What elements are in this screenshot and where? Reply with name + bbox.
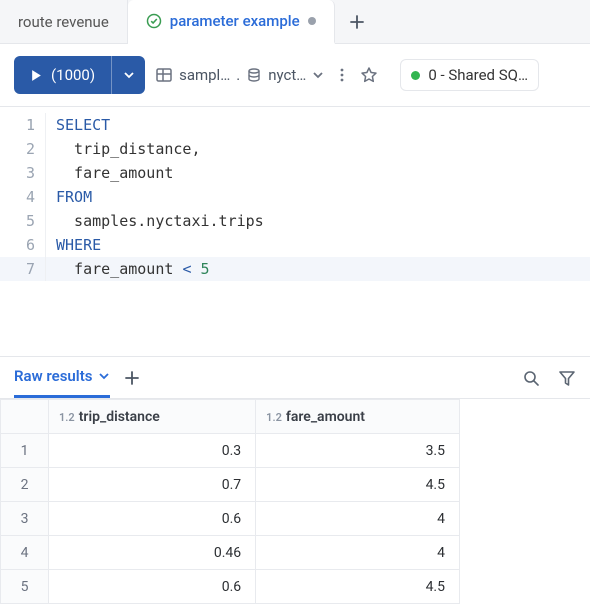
dirty-indicator-icon (308, 17, 316, 25)
cell[interactable]: 0.7 (49, 468, 256, 502)
editor-line[interactable]: 5 samples.nyctaxi.trips (0, 209, 590, 233)
line-number: 7 (0, 257, 46, 281)
cell[interactable]: 0.6 (49, 570, 256, 604)
tab-label: route revenue (18, 13, 109, 31)
code-content[interactable]: fare_amount (46, 161, 590, 185)
run-button-group: (1000) (14, 56, 145, 94)
cell[interactable]: 0.46 (49, 536, 256, 570)
code-content[interactable]: WHERE (46, 233, 590, 257)
table-row[interactable]: 20.74.5 (1, 468, 460, 502)
table-row[interactable]: 10.33.5 (1, 434, 460, 468)
editor-line[interactable]: 3 fare_amount (0, 161, 590, 185)
results-tab-raw[interactable]: Raw results (14, 367, 110, 398)
table-icon (155, 66, 173, 84)
code-content[interactable]: FROM (46, 185, 590, 209)
line-number: 2 (0, 137, 46, 161)
column-header-trip-distance[interactable]: 1.2 trip_distance (49, 400, 256, 434)
tab-label: parameter example (170, 12, 300, 30)
table-header-row: 1.2 trip_distance 1.2 fare_amount (1, 400, 460, 434)
type-badge: 1.2 (266, 411, 282, 424)
code-content[interactable]: fare_amount < 5 (46, 257, 590, 281)
chevron-down-icon (98, 370, 110, 382)
cell[interactable]: 4 (256, 536, 460, 570)
catalog-picker[interactable]: sampl… . nyct… (155, 66, 324, 84)
favorite-button[interactable] (360, 66, 378, 84)
cell[interactable]: 0.6 (49, 502, 256, 536)
filter-results-button[interactable] (558, 369, 576, 387)
row-number-header[interactable] (1, 400, 49, 434)
line-number: 3 (0, 161, 46, 185)
line-number: 5 (0, 209, 46, 233)
cell[interactable]: 4.5 (256, 468, 460, 502)
row-number-cell: 3 (1, 502, 49, 536)
cell[interactable]: 4.5 (256, 570, 460, 604)
chevron-down-icon (312, 69, 324, 81)
editor-tabstrip: route revenue parameter example (0, 0, 590, 44)
search-results-button[interactable] (522, 369, 540, 387)
editor-line[interactable]: 1SELECT (0, 113, 590, 137)
type-badge: 1.2 (59, 411, 75, 424)
results-tab-label: Raw results (14, 367, 92, 385)
new-tab-button[interactable] (335, 0, 379, 43)
row-number-cell: 4 (1, 536, 49, 570)
kebab-menu-button[interactable] (334, 67, 350, 83)
row-number-cell: 5 (1, 570, 49, 604)
table-row[interactable]: 30.64 (1, 502, 460, 536)
catalog-db-label: nyct… (268, 66, 306, 84)
editor-toolbar: (1000) sampl… . nyct… 0 - Shared SQ… (0, 44, 590, 107)
column-name: fare_amount (286, 409, 365, 425)
line-number: 6 (0, 233, 46, 257)
editor-line[interactable]: 7 fare_amount < 5 (0, 257, 590, 281)
check-circle-icon (146, 13, 162, 29)
line-number: 4 (0, 185, 46, 209)
code-content[interactable]: samples.nyctaxi.trips (46, 209, 590, 233)
cell[interactable]: 4 (256, 502, 460, 536)
run-dropdown-button[interactable] (111, 56, 145, 94)
results-table: 1.2trip_distance 1.2fare_amount 10.33.52… (0, 399, 460, 604)
column-name: trip_distance (79, 409, 160, 425)
column-header-fare-amount[interactable]: 1.2 fare_amount (256, 400, 460, 434)
cell[interactable]: 3.5 (256, 434, 460, 468)
tab-parameter-example[interactable]: parameter example (128, 0, 335, 44)
table-row[interactable]: 40.464 (1, 536, 460, 570)
editor-results-divider (0, 287, 590, 357)
editor-line[interactable]: 6WHERE (0, 233, 590, 257)
add-visualization-button[interactable] (124, 370, 140, 396)
status-dot-icon (411, 71, 420, 80)
table-row[interactable]: 50.64.5 (1, 570, 460, 604)
code-content[interactable]: trip_distance, (46, 137, 590, 161)
dot-separator: . (236, 66, 240, 84)
sql-editor[interactable]: 1SELECT2 trip_distance,3 fare_amount4FRO… (0, 107, 590, 287)
compute-label: 0 - Shared SQ… (428, 66, 528, 84)
database-icon (246, 67, 262, 83)
code-content[interactable]: SELECT (46, 113, 590, 137)
run-button[interactable]: (1000) (14, 56, 111, 94)
play-icon (30, 69, 43, 82)
editor-line[interactable]: 2 trip_distance, (0, 137, 590, 161)
results-actions (522, 369, 576, 397)
compute-picker[interactable]: 0 - Shared SQ… (400, 59, 539, 91)
cell[interactable]: 0.3 (49, 434, 256, 468)
row-number-cell: 2 (1, 468, 49, 502)
line-number: 1 (0, 113, 46, 137)
tab-route-revenue[interactable]: route revenue (0, 0, 128, 43)
catalog-schema-label: sampl… (179, 66, 230, 84)
run-limit-label: (1000) (51, 66, 95, 84)
results-tabbar: Raw results (0, 357, 590, 398)
row-number-cell: 1 (1, 434, 49, 468)
editor-line[interactable]: 4FROM (0, 185, 590, 209)
